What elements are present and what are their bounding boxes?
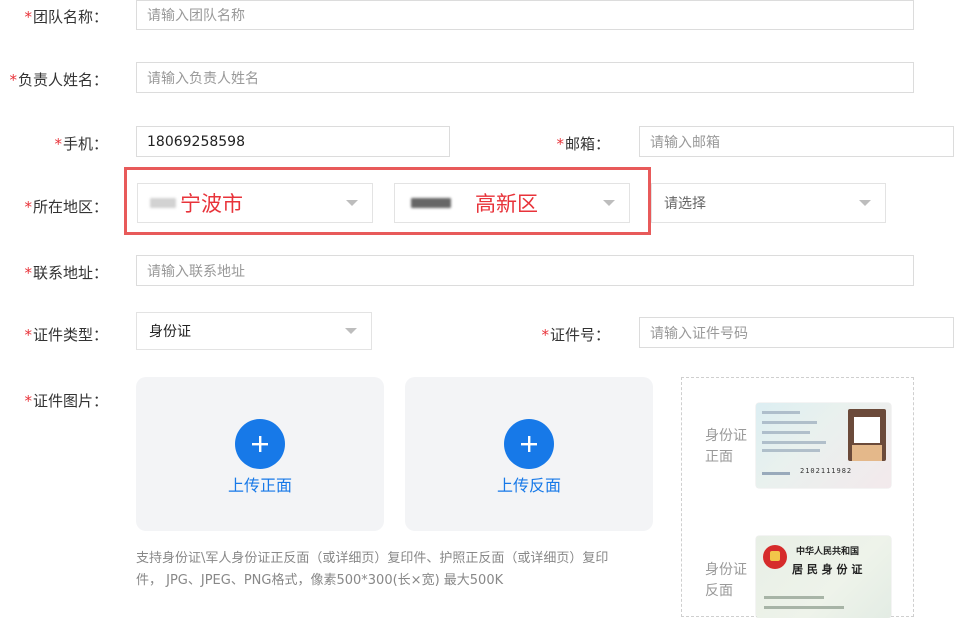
sample-front-label: 身份证 正面 — [705, 428, 747, 465]
id-card-front-sample: 2102111982 — [756, 403, 891, 488]
id-type-select[interactable]: 身份证 — [136, 312, 372, 350]
redacted-province — [150, 198, 176, 208]
chevron-down-icon — [859, 200, 871, 206]
plus-icon — [235, 419, 285, 469]
email-input[interactable]: 请输入邮箱 — [639, 126, 954, 157]
portrait-photo — [848, 409, 886, 461]
phone-label: *手机： — [54, 135, 108, 153]
email-label: *邮箱： — [556, 135, 610, 153]
id-number-label: *证件号： — [541, 326, 610, 344]
region-label: *所在地区： — [24, 198, 108, 216]
address-input[interactable]: 请输入联系地址 — [136, 255, 914, 286]
upload-front-button[interactable]: 上传正面 — [136, 377, 384, 531]
id-type-value: 身份证 — [149, 324, 191, 340]
city-value: 宁波市 — [180, 192, 243, 216]
chevron-down-icon — [346, 200, 358, 206]
sample-back-label: 身份证 反面 — [705, 562, 747, 599]
emblem-icon — [763, 545, 787, 569]
chevron-down-icon — [345, 328, 357, 334]
upload-hint: 支持身份证\军人身份证正反面（或详细页）复印件、护照正反面（或详细页）复印 件，… — [136, 551, 609, 588]
id-type-label: *证件类型： — [24, 326, 108, 344]
chevron-down-icon — [603, 200, 615, 206]
phone-input[interactable]: 18069258598 — [136, 126, 450, 157]
leader-name-input[interactable]: 请输入负责人姓名 — [136, 62, 914, 93]
address-label: *联系地址： — [24, 264, 108, 282]
upload-back-label: 上传反面 — [496, 476, 561, 495]
id-images-label: *证件图片： — [24, 392, 108, 410]
area-select-placeholder: 请选择 — [664, 196, 706, 212]
card-back-subtitle: 居 民 身 份 证 — [792, 563, 863, 576]
area-select[interactable]: 请选择 — [651, 183, 886, 223]
id-number-input[interactable]: 请输入证件号码 — [639, 317, 954, 348]
card-number: 2102111982 — [800, 467, 853, 475]
team-name-input[interactable]: 请输入团队名称 — [136, 0, 914, 30]
upload-front-label: 上传正面 — [227, 476, 292, 495]
redacted-district-prefix — [411, 198, 451, 208]
id-card-back-sample: 中华人民共和国 居 民 身 份 证 — [756, 536, 891, 618]
plus-icon — [504, 419, 554, 469]
card-back-title: 中华人民共和国 — [796, 547, 860, 557]
district-value: 高新区 — [475, 192, 538, 216]
id-sample-panel: 身份证 正面 2102111982 身份证 反面 中华人民共和国 居 民 身 份… — [681, 377, 914, 618]
team-name-label: *团队名称： — [24, 8, 108, 26]
district-select[interactable]: 高新区 — [394, 183, 630, 223]
province-city-select[interactable]: 宁波市 — [137, 183, 373, 223]
upload-back-button[interactable]: 上传反面 — [405, 377, 653, 531]
leader-name-label: *负责人姓名： — [9, 71, 108, 89]
